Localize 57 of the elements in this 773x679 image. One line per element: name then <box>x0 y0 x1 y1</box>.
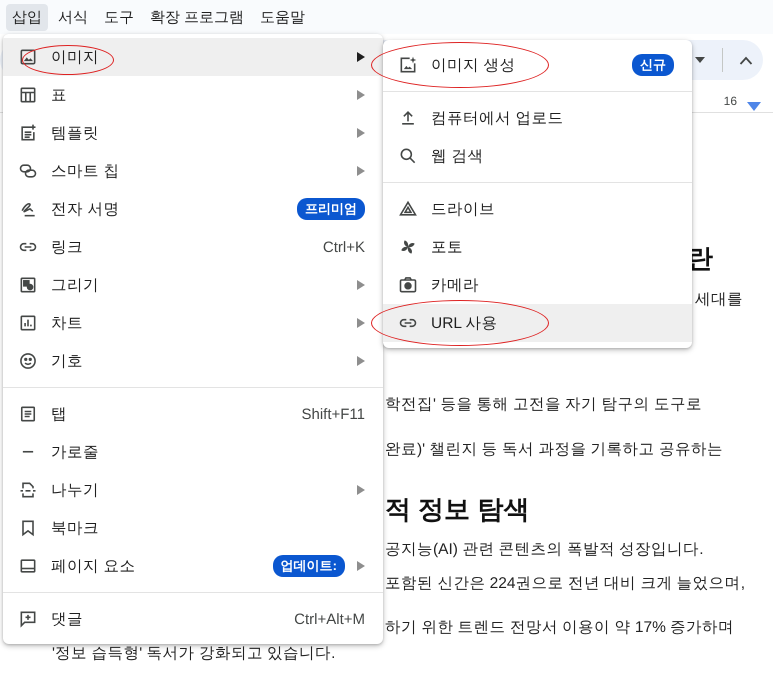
menu-item[interactable]: 링크 Ctrl+K <box>3 228 383 266</box>
search-icon <box>398 146 418 166</box>
document-text: 완료)' 챌린지 등 독서 과정을 기록하고 공유하는 <box>385 441 723 458</box>
chevron-up-icon[interactable] <box>739 56 753 64</box>
menu-item[interactable]: 그리기 <box>3 266 383 304</box>
emoji-icon <box>18 351 38 371</box>
document-text: 포함된 신간은 224권으로 전년 대비 크게 늘었으며, <box>385 575 746 592</box>
document-text: 공지능(AI) 관련 콘텐츠의 폭발적 성장입니다. <box>385 541 704 558</box>
menu-item[interactable]: 가로줄 <box>3 433 383 471</box>
badge: 업데이트: <box>272 555 345 577</box>
document-heading: 적 정보 탐색 <box>385 494 530 524</box>
chart-icon <box>18 313 38 333</box>
menu-item[interactable]: 스마트 칩 <box>3 152 383 190</box>
menu-bar-item[interactable]: 도구 <box>98 4 140 30</box>
menu-item[interactable]: 차트 <box>3 304 383 342</box>
menu-item[interactable]: 나누기 <box>3 471 383 509</box>
menu-item[interactable]: 기호 <box>3 342 383 380</box>
dropdown-caret-icon[interactable] <box>694 56 706 64</box>
menu-item[interactable]: 전자 서명 프리미엄 <box>3 190 383 228</box>
document-text: 하기 위한 트렌드 전망서 이용이 약 17% 증가하며 <box>385 619 734 636</box>
horizontal-line-icon <box>22 450 34 454</box>
image-icon <box>18 47 38 67</box>
document-text: 세대를 <box>695 291 743 308</box>
menu-item[interactable]: 포토 <box>383 228 692 266</box>
menu-item[interactable]: 댓글 Ctrl+Alt+M <box>3 600 383 638</box>
menu-item[interactable]: 표 <box>3 76 383 114</box>
document-icon <box>18 404 38 424</box>
menu-item[interactable]: 웹 검색 <box>383 137 692 175</box>
menu-item[interactable]: 컴퓨터에서 업로드 <box>383 99 692 137</box>
badge: 프리미엄 <box>297 198 365 220</box>
menu-item[interactable]: 카메라 <box>383 266 692 304</box>
menu-bar-item[interactable]: 확장 프로그램 <box>144 4 250 30</box>
menu-bar-item[interactable]: 삽입 <box>6 4 48 30</box>
shortcut-text: Shift+F11 <box>301 406 365 422</box>
menu-item[interactable]: 탭 Shift+F11 <box>3 395 383 433</box>
menu-item[interactable]: 페이지 요소 업데이트: <box>3 547 383 585</box>
menu-bar-item[interactable]: 도움말 <box>254 4 312 30</box>
indent-marker-icon[interactable] <box>747 102 761 112</box>
shortcut-text: Ctrl+K <box>322 238 365 256</box>
ruler-label: 16 <box>724 94 737 108</box>
page-break-icon <box>18 480 38 500</box>
menu-item[interactable]: 이미지 <box>3 38 383 76</box>
table-icon <box>18 85 38 105</box>
document-text: '정보 습득형' 독서가 강화되고 있습니다. <box>52 645 336 662</box>
menu-item[interactable]: 이미지 생성 신규 <box>383 46 692 84</box>
menu-bar-item[interactable]: 서식 <box>52 4 94 30</box>
camera-icon <box>398 275 418 295</box>
menu-item[interactable]: URL 사용 <box>383 304 692 342</box>
menu-item[interactable]: 북마크 <box>3 509 383 547</box>
document-text: 학전집' 등을 통해 고전을 자기 탐구의 도구로 <box>385 396 702 413</box>
menu-item[interactable]: 템플릿 <box>3 114 383 152</box>
shortcut-text: Ctrl+Alt+M <box>294 610 365 628</box>
badge: 신규 <box>632 54 674 76</box>
drawing-icon <box>18 275 38 295</box>
image-sparkle-icon <box>398 55 418 75</box>
menu-item[interactable]: 드라이브 <box>383 190 692 228</box>
comment-icon <box>18 609 38 629</box>
